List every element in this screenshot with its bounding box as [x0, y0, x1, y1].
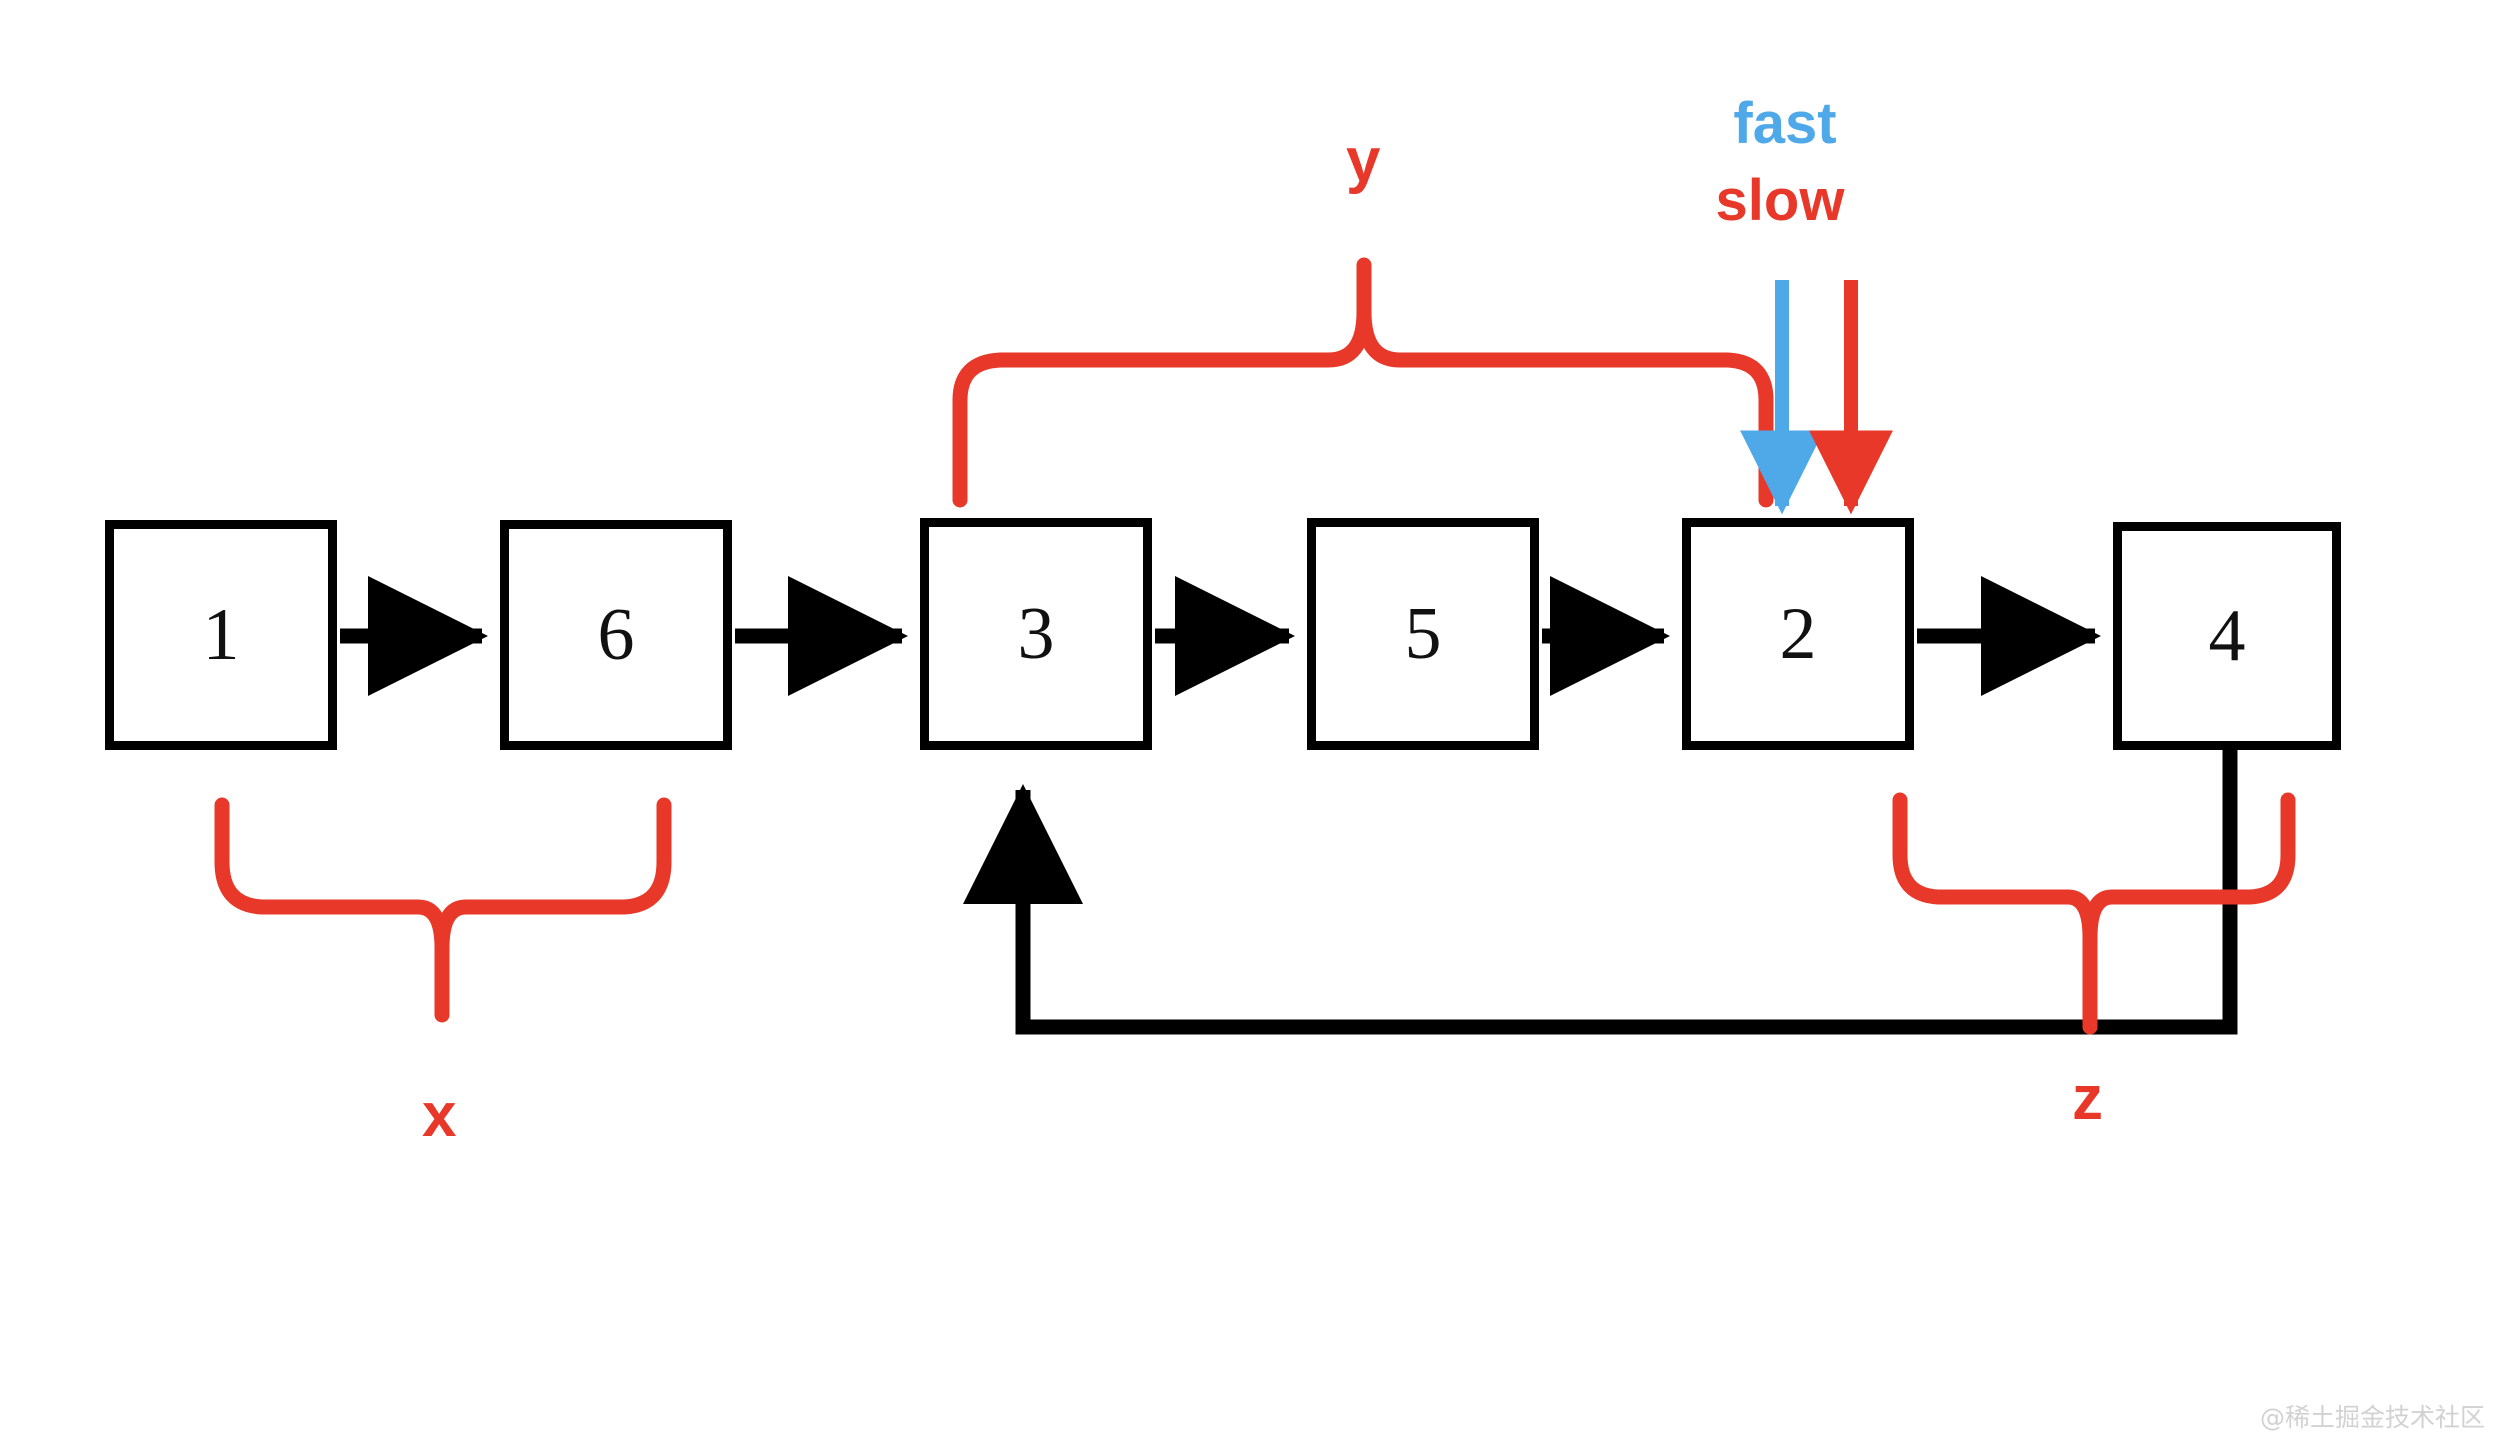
- node-5[interactable]: 5: [1307, 518, 1539, 750]
- node-6-value: 6: [597, 594, 635, 676]
- node-4-value: 4: [2208, 595, 2246, 677]
- node-4[interactable]: 4: [2113, 522, 2341, 750]
- edge-n4-n3-loopback: [963, 750, 2238, 1035]
- brace-y: [952, 257, 1774, 508]
- brace-x: [214, 797, 672, 1023]
- brace-label-z: z: [2072, 1064, 2103, 1133]
- node-1[interactable]: 1: [105, 520, 337, 750]
- node-5-value: 5: [1404, 593, 1442, 675]
- brace-label-y: y: [1346, 126, 1381, 195]
- watermark: @稀土掘金技术社区: [2259, 1403, 2485, 1432]
- diagram-canvas-container: 1 6 3 5 2 4 x y z fast slow @稀土掘金技术社区: [0, 0, 2505, 1446]
- node-1-value: 1: [202, 594, 240, 676]
- node-6[interactable]: 6: [500, 520, 732, 750]
- fast-pointer-label: fast: [1733, 91, 1837, 156]
- node-3[interactable]: 3: [920, 518, 1152, 750]
- node-2[interactable]: 2: [1682, 518, 1914, 750]
- slow-pointer-label: slow: [1715, 168, 1845, 233]
- node-2-value: 2: [1779, 593, 1817, 675]
- brace-label-x: x: [422, 1081, 457, 1150]
- node-3-value: 3: [1017, 593, 1055, 675]
